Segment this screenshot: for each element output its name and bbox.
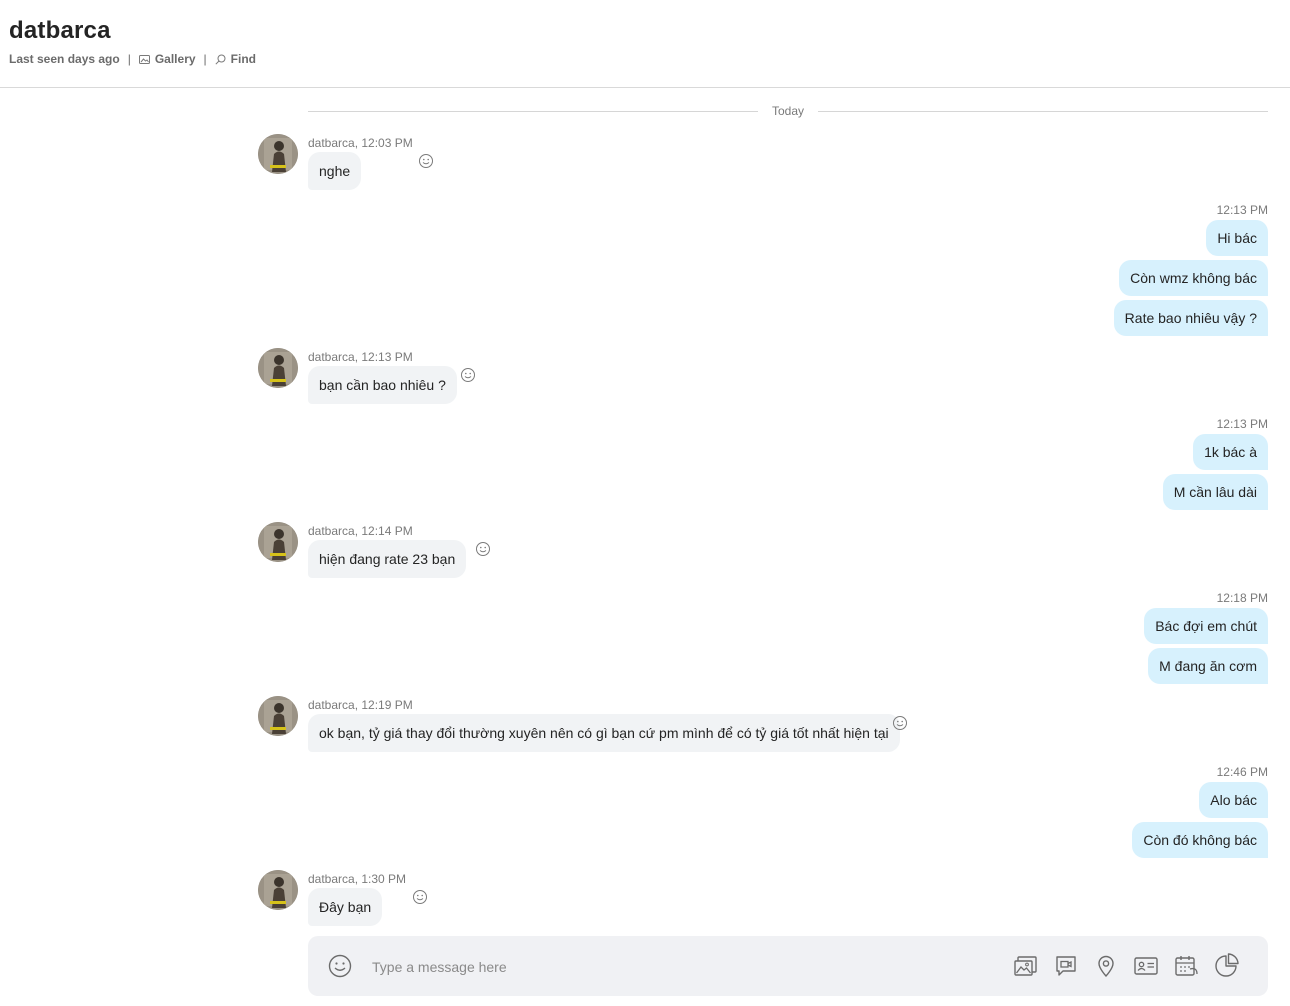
reaction-emoji-icon[interactable]: [418, 153, 434, 169]
message-text: Bác đợi em chút: [1155, 618, 1257, 634]
message-text: Alo bác: [1210, 792, 1257, 808]
header-subbar: Last seen days ago | Gallery | Find: [9, 52, 256, 66]
outgoing-message-bubble[interactable]: Còn wmz không bác: [1119, 260, 1268, 296]
message-meta: datbarca, 12:19 PM: [308, 698, 413, 712]
message-text: M cần lâu dài: [1173, 484, 1257, 500]
outgoing-message-bubble[interactable]: M đang ăn cơm: [1148, 648, 1268, 684]
divider-line: [818, 111, 1268, 112]
outgoing-message-bubble[interactable]: 1k bác à: [1193, 434, 1268, 470]
find-label: Find: [230, 52, 256, 66]
gallery-link[interactable]: Gallery: [138, 52, 196, 66]
message-text: ok bạn, tỷ giá thay đổi thường xuyên nên…: [319, 725, 889, 741]
gallery-icon: [138, 54, 150, 64]
message-text: nghe: [319, 163, 351, 179]
contact-name: datbarca: [9, 17, 111, 44]
incoming-message-bubble[interactable]: bạn cần bao nhiêu ?: [308, 366, 457, 404]
contact-card-icon[interactable]: [1132, 952, 1160, 980]
avatar[interactable]: [258, 696, 298, 736]
reaction-emoji-icon[interactable]: [892, 715, 908, 731]
gallery-label: Gallery: [154, 52, 196, 66]
message-composer: [308, 936, 1268, 996]
message-timestamp: 12:13 PM: [1216, 203, 1268, 217]
chat-header: datbarca Last seen days ago | Gallery | …: [0, 0, 1290, 88]
find-link[interactable]: Find: [215, 52, 256, 66]
search-icon: [215, 54, 226, 65]
avatar[interactable]: [258, 870, 298, 910]
incoming-message-bubble[interactable]: nghe: [308, 152, 362, 190]
message-text: Hi bác: [1217, 230, 1257, 246]
outgoing-message-bubble[interactable]: Hi bác: [1206, 220, 1268, 256]
location-icon[interactable]: [1092, 952, 1120, 980]
outgoing-message-bubble[interactable]: M cần lâu dài: [1162, 474, 1268, 510]
reaction-emoji-icon[interactable]: [412, 889, 428, 905]
message-meta: datbarca, 1:30 PM: [308, 872, 407, 886]
outgoing-message-bubble[interactable]: Bác đợi em chút: [1144, 608, 1268, 644]
message-timestamp: 12:18 PM: [1216, 591, 1268, 605]
message-text: M đang ăn cơm: [1159, 658, 1257, 674]
avatar[interactable]: [258, 134, 298, 174]
reaction-emoji-icon[interactable]: [475, 541, 491, 557]
incoming-message-bubble[interactable]: ok bạn, tỷ giá thay đổi thường xuyên nên…: [308, 714, 900, 752]
call-schedule-icon[interactable]: [1172, 952, 1200, 980]
day-divider: Today: [308, 102, 1268, 122]
separator: |: [127, 52, 131, 66]
separator: |: [203, 52, 207, 66]
reaction-emoji-icon[interactable]: [460, 367, 476, 383]
incoming-message-bubble[interactable]: Đây bạn: [308, 888, 383, 926]
message-text: Rate bao nhiêu vậy ?: [1124, 310, 1257, 326]
message-timestamp: 12:46 PM: [1216, 765, 1268, 779]
message-meta: datbarca, 12:03 PM: [308, 136, 413, 150]
message-text: Còn wmz không bác: [1130, 270, 1257, 286]
avatar[interactable]: [258, 348, 298, 388]
message-text: 1k bác à: [1204, 444, 1257, 460]
message-text: hiện đang rate 23 bạn: [319, 551, 456, 567]
message-text: Còn đó không bác: [1143, 832, 1257, 848]
emoji-icon[interactable]: [328, 954, 352, 983]
outgoing-message-bubble[interactable]: Rate bao nhiêu vậy ?: [1113, 300, 1268, 336]
avatar[interactable]: [258, 522, 298, 562]
video-message-icon[interactable]: [1052, 952, 1080, 980]
message-meta: datbarca, 12:13 PM: [308, 350, 413, 364]
message-timestamp: 12:13 PM: [1216, 417, 1268, 431]
incoming-message-bubble[interactable]: hiện đang rate 23 bạn: [308, 540, 467, 578]
outgoing-message-bubble[interactable]: Alo bác: [1199, 782, 1268, 818]
last-seen-status: Last seen days ago: [9, 52, 120, 66]
poll-icon[interactable]: [1212, 952, 1240, 980]
image-icon[interactable]: [1012, 952, 1040, 980]
message-meta: datbarca, 12:14 PM: [308, 524, 413, 538]
message-text: Đây bạn: [319, 899, 372, 915]
outgoing-message-bubble[interactable]: Còn đó không bác: [1132, 822, 1268, 858]
message-input[interactable]: [370, 954, 974, 980]
message-text: bạn cần bao nhiêu ?: [319, 377, 446, 393]
